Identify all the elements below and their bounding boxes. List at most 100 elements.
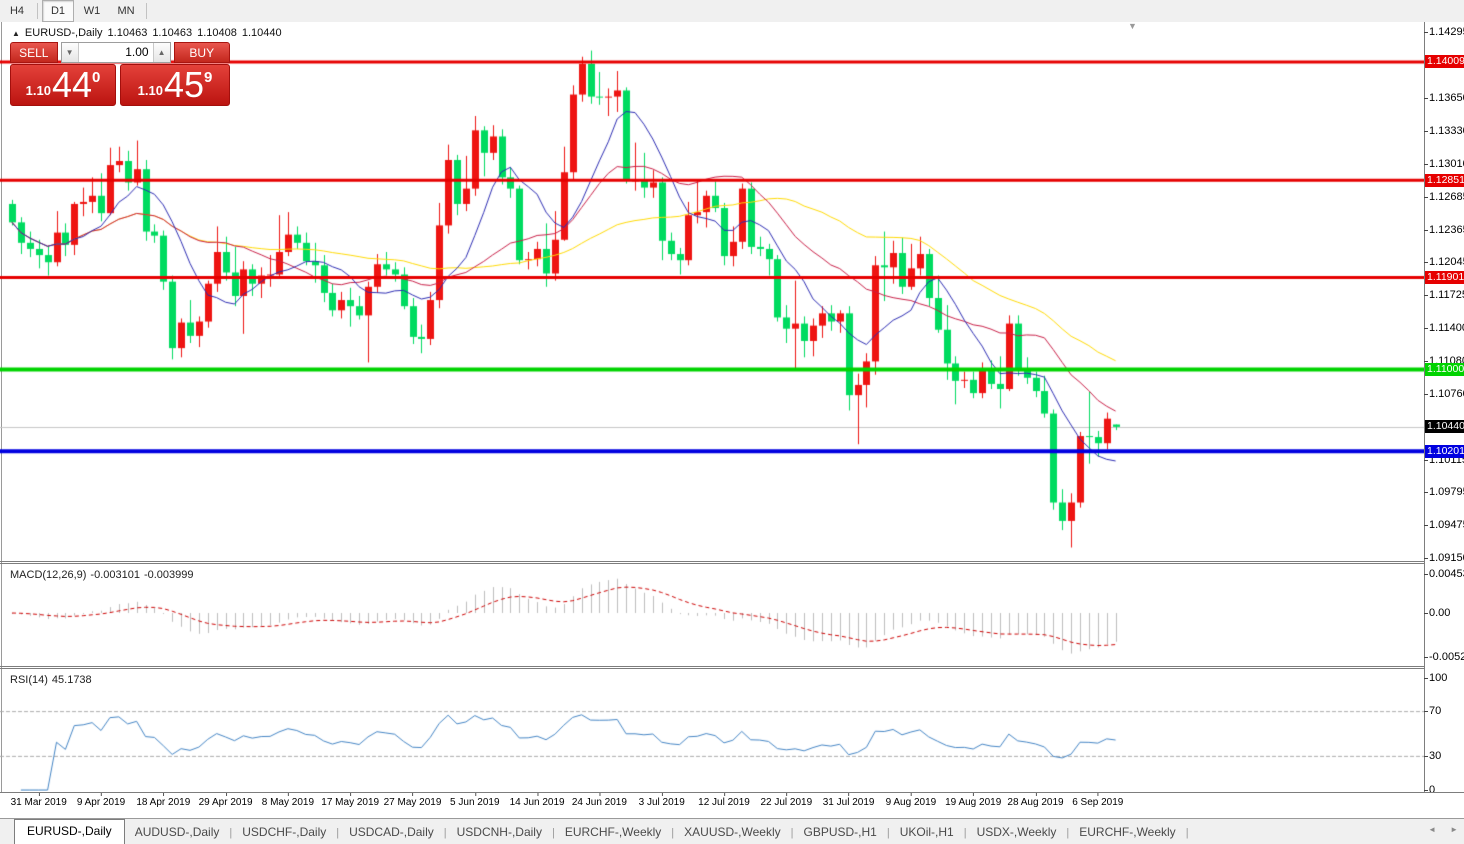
y-axis-tick: 1.09150 [1424,552,1464,565]
chart-tab-usdx-weekly[interactable]: USDX-,Weekly [967,821,1067,844]
tab-separator: | [1185,827,1189,839]
y-axis-tick: 1.13010 [1424,157,1464,170]
date-axis-label: 31 Mar 2019 [10,793,67,808]
macd-axis-tick: 0.00 [1424,607,1463,620]
tab-scroll-buttons: ◄ ► [1428,825,1458,834]
date-axis-label: 24 Jun 2019 [571,793,627,808]
current-price-label: 1.10440 [1425,420,1464,434]
macd-label: MACD(12,26,9) -0.003101 -0.003999 [10,569,198,581]
ohlc-low: 1.10408 [197,27,237,39]
bid-pip-digit: 0 [92,69,101,86]
date-axis-label: 19 Aug 2019 [945,793,1002,808]
chart-tab-usdcnh-daily[interactable]: USDCNH-,Daily [447,821,552,844]
date-axis-label: 28 Aug 2019 [1007,793,1064,808]
bid-prefix: 1.10 [25,83,51,98]
buy-button[interactable]: BUY [173,42,230,63]
y-axis-tick: 1.13330 [1424,124,1464,137]
panel-splitter[interactable] [0,561,1424,562]
date-axis[interactable]: 31 Mar 2019 9 Apr 2019 18 Apr 2019 29 Apr 2… [0,792,1464,819]
ohlc-high: 1.10463 [152,27,193,39]
rsi-label: RSI(14) 45.1738 [10,674,96,686]
chart-tab-ukoil-h1[interactable]: UKOil-,H1 [890,821,964,844]
date-axis-label: 5 Jun 2019 [450,793,500,808]
rsi-axis-tick: 100 [1424,672,1463,685]
panel-splitter[interactable] [0,666,1424,667]
trading-terminal: { "toolbar": { "timeframes": [ {"label":… [0,0,1464,844]
y-axis-tick: 1.14295 [1424,26,1464,39]
rsi-value: 45.1738 [51,674,92,686]
ask-pip-digit: 9 [204,69,213,86]
chart-tab-bar: EURUSD-,Daily AUDUSD-,Daily | USDCHF-,Daily… [0,818,1464,844]
chart-tab-eurusd-daily[interactable]: EURUSD-,Daily [14,819,125,844]
bid-big-digits: 44 [51,64,92,105]
volume-stepper: ▼ 1.00 ▲ [60,42,171,63]
chart-tab-audusd-daily[interactable]: AUDUSD-,Daily [125,821,230,844]
rsi-axis-tick: 30 [1424,750,1463,763]
y-axis-tick: 1.13650 [1424,92,1464,105]
date-axis-label: 29 Apr 2019 [198,793,253,808]
date-axis-label: 31 Jul 2019 [822,793,875,808]
hline-price-label: 1.10201 [1425,444,1464,458]
chart-shift-icon[interactable]: ▼ [1128,21,1137,31]
toolbar-separator [146,3,147,19]
one-click-trade-panel: SELL ▼ 1.00 ▲ BUY 1.10 44 0 1.10 45 9 [10,42,230,106]
y-axis-tick: 1.09795 [1424,486,1464,499]
tab-scroll-right-icon[interactable]: ► [1450,825,1458,834]
ask-prefix: 1.10 [137,83,163,98]
chart-tab-usdcad-daily[interactable]: USDCAD-,Daily [339,821,444,844]
macd-axis-tick: -0.005205 [1424,650,1464,663]
ask-price-box[interactable]: 1.10 45 9 [120,64,230,106]
rsi-name: RSI(14) [10,674,48,686]
bid-price-box[interactable]: 1.10 44 0 [10,64,116,106]
chart-symbol-title: EURUSD-,Daily [24,27,103,39]
macd-value-main: -0.003101 [90,569,140,581]
y-axis-tick: 1.12045 [1424,256,1464,269]
volume-decrease-button[interactable]: ▼ [62,43,78,62]
macd-panel-canvas[interactable] [0,564,1424,666]
rsi-panel-canvas[interactable] [0,669,1424,791]
timeframe-button-mn[interactable]: MN [110,0,142,22]
date-axis-label: 14 Jun 2019 [509,793,565,808]
date-axis-label: 27 May 2019 [383,793,442,808]
y-axis-tick: 1.11400 [1424,322,1464,335]
timeframe-toolbar: H4 D1 W1 MN [0,0,1464,23]
price-axis-border [1424,22,1425,792]
chart-tab-eurchf-weekly[interactable]: EURCHF-,Weekly [1069,821,1185,844]
chart-tab-gbpusd-h1[interactable]: GBPUSD-,H1 [793,821,886,844]
date-axis-label: 12 Jul 2019 [698,793,750,808]
chart-tab-usdchf-daily[interactable]: USDCHF-,Daily [232,821,336,844]
macd-axis-tick: 0.004536 [1424,567,1464,580]
date-axis-label: 9 Apr 2019 [76,793,126,808]
date-axis-label: 8 May 2019 [261,793,315,808]
hline-price-label: 1.12851 [1425,173,1464,187]
date-axis-label: 9 Aug 2019 [885,793,937,808]
hline-price-label: 1.11000 [1425,363,1464,377]
y-axis-tick: 1.11725 [1424,288,1464,301]
date-axis-label: 3 Jul 2019 [638,793,685,808]
y-axis-tick: 1.09475 [1424,519,1464,532]
chart-title-bar: ▲ EURUSD-,Daily 1.10463 1.10463 1.10408 1.104… [12,27,282,39]
ask-big-digits: 45 [163,64,204,105]
caret-down-icon: ▼ [65,48,74,57]
macd-name: MACD(12,26,9) [10,569,87,581]
date-axis-label: 6 Sep 2019 [1072,793,1124,808]
chart-tab-eurchf-weekly[interactable]: EURCHF-,Weekly [555,821,671,844]
volume-increase-button[interactable]: ▲ [154,43,170,62]
timeframe-button-d1[interactable]: D1 [42,0,74,22]
ohlc-open: 1.10463 [107,27,148,39]
timeframe-button-h4[interactable]: H4 [1,0,33,22]
date-axis-label: 17 May 2019 [321,793,380,808]
hline-price-label: 1.11901 [1425,270,1464,284]
collapse-icon[interactable]: ▲ [12,29,20,38]
chart-tab-xauusd-weekly[interactable]: XAUUSD-,Weekly [674,821,790,844]
caret-up-icon: ▲ [157,48,166,57]
y-axis-tick: 1.10760 [1424,387,1464,400]
date-axis-label: 22 Jul 2019 [760,793,813,808]
sell-button[interactable]: SELL [10,42,58,63]
tab-scroll-left-icon[interactable]: ◄ [1428,825,1436,834]
toolbar-separator [37,3,38,19]
hline-price-label: 1.14009 [1425,55,1464,69]
volume-input[interactable]: 1.00 [77,43,154,62]
date-axis-label: 18 Apr 2019 [136,793,191,808]
timeframe-button-w1[interactable]: W1 [76,0,108,22]
